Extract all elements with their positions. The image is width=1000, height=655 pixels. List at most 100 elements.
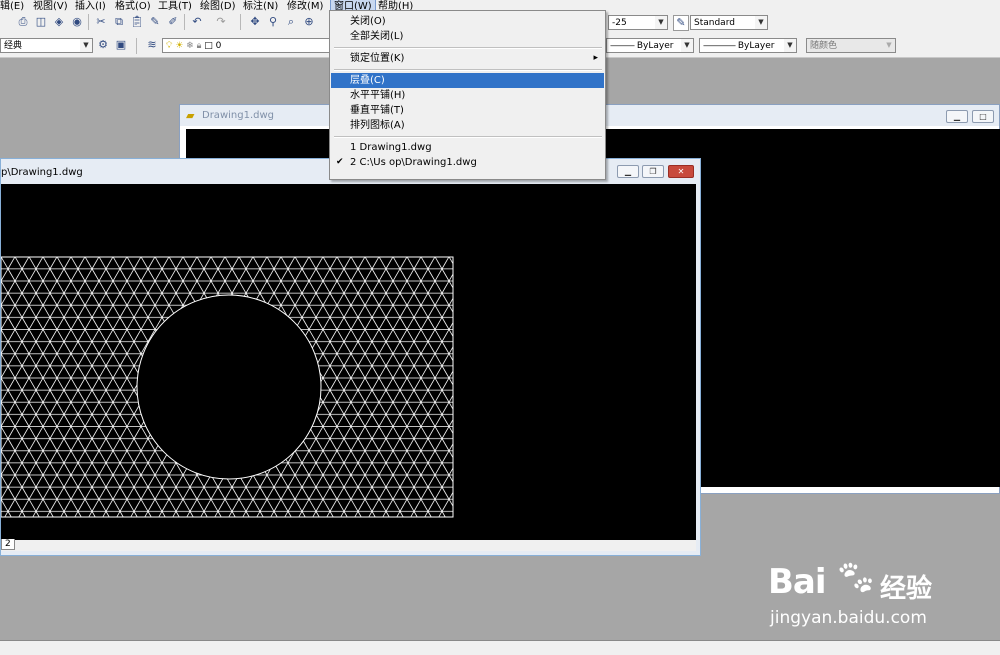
print-icon[interactable]: ⎙ [16,15,30,29]
window-menu-item-label: 排列图标(A) [350,120,405,131]
textstyle-icon[interactable]: ✎ [673,15,689,31]
toolbar-separator [240,14,241,30]
chevron-down-icon: ▼ [883,39,895,52]
dwg-file-icon: ▰ [186,109,195,122]
lineweight-value: ByLayer [737,41,775,51]
minimize-icon[interactable]: ▁ [617,165,639,178]
menu-1[interactable]: 辑(E) [0,0,24,11]
menu-7[interactable]: 标注(N) [243,0,278,11]
color-swatch-icon: □ [204,41,213,51]
menu-5[interactable]: 工具(T) [158,0,192,11]
menu-8[interactable]: 修改(M) [287,0,323,11]
zoom-realtime-icon[interactable]: ⚲ [266,15,280,29]
freeze-icon: ❄ [186,41,194,51]
chevron-down-icon: ▼ [784,39,796,52]
window-menu-item[interactable]: 锁定位置(K) ▸ [331,51,604,66]
textstyle-value: Standard [694,18,735,28]
layout-tabs: 2 [1,539,696,551]
window-menu-item[interactable]: ✔ 2 C:\Us op\Drawing1.dwg [331,155,604,170]
toolbar-separator [184,14,185,30]
menu-6[interactable]: 绘图(D) [200,0,236,11]
chevron-down-icon: ▼ [681,39,693,52]
menu-separator [334,69,602,71]
workspace-combo[interactable]: 经典 ▼ [0,38,93,53]
back-window-title: Drawing1.dwg [202,110,274,121]
window-menu-item[interactable]: 排列图标(A) [331,118,604,133]
status-bar [0,640,1000,655]
layout-tab[interactable]: 2 [1,539,15,550]
window-menu-dropdown: 关闭(O) 全部关闭(L) 锁定位置(K) ▸ 层叠(C) 水平平铺(H) 垂直平铺(T) 排… [329,10,606,180]
textstyle-combo[interactable]: Standard ▼ [690,15,768,30]
menu-3[interactable]: 插入(I) [75,0,106,11]
chevron-down-icon: ▼ [80,39,92,52]
toolbar-separator [136,38,137,54]
window-menu-item[interactable]: 关闭(O) [331,14,604,29]
watermark-brand: Bai [768,562,827,602]
menu-separator [334,136,602,138]
line-sample: ——— [610,41,635,51]
paw-icon: 🐾︎ [834,558,878,598]
maximize-icon[interactable]: □ [972,110,994,123]
sun-icon: ☀ [175,41,184,51]
chevron-down-icon: ▼ [755,16,767,29]
undo-icon[interactable]: ↶ [190,15,204,29]
window-menu-item[interactable]: 水平平铺(H) [331,88,604,103]
dimstyle-combo[interactable]: -25 ▼ [608,15,668,30]
window-menu-item-label: 全部关闭(L) [350,31,404,42]
front-drawing-canvas[interactable] [1,184,696,540]
menu-4[interactable]: 格式(O) [115,0,151,11]
toolbar-separator [88,14,89,30]
circle-shape[interactable] [136,294,322,480]
watermark-url: jingyan.baidu.com [770,608,927,628]
settings-icon[interactable]: ⚙ [96,38,110,52]
matchprop-icon[interactable]: ✎ [148,15,162,29]
layer-manager-icon[interactable]: ≋ [145,38,159,52]
window-menu-item-label: 层叠(C) [350,75,385,86]
window-menu-item[interactable]: 层叠(C) [331,73,604,88]
linetype-value: ByLayer [636,41,674,51]
zoom-previous-icon[interactable]: ⊕ [302,15,316,29]
submenu-arrow-icon: ▸ [593,53,598,63]
paste-icon[interactable]: 📋︎ [130,15,144,29]
brush-icon[interactable]: ✐ [166,15,180,29]
publish-icon[interactable]: ◈ [52,15,66,29]
plotstyle-combo: 随颜色 ▼ [806,38,896,53]
window-menu-item-label: 垂直平铺(T) [350,105,404,116]
menu-separator [334,47,602,49]
plotstyle-value: 随颜色 [810,41,838,51]
preview-icon[interactable]: ◫ [34,15,48,29]
chevron-down-icon: ▼ [655,16,667,29]
lock-icon: 🔒︎ [196,41,202,51]
window-menu-item[interactable]: 垂直平铺(T) [331,103,604,118]
minimize-icon[interactable]: ▁ [946,110,968,123]
lightbulb-icon: 💡︎ [166,41,173,51]
drawing-graphics [1,256,454,518]
cut-icon[interactable]: ✂ [94,15,108,29]
3d-icon[interactable]: ◉ [70,15,84,29]
linetype-combo[interactable]: ——— ByLayer ▼ [606,38,694,53]
copy-icon[interactable]: ⧉ [112,15,126,29]
zoom-window-icon[interactable]: ⌕ [284,15,298,29]
front-window-title: p\Drawing1.dwg [1,167,83,178]
workspace-value: 经典 [4,41,23,51]
window-menu-item-label: 锁定位置(K) [350,53,405,64]
menu-2[interactable]: 视图(V) [33,0,68,11]
toolbar-icon[interactable]: ▣ [114,38,128,52]
layer-combo[interactable]: 💡︎ ☀ ❄ 🔒︎ □ 0 [162,38,330,53]
front-drawing-window[interactable]: p\Drawing1.dwg ▁ ❐ ✕ 2 [0,158,701,556]
window-menu-item[interactable]: 全部关闭(L) [331,29,604,44]
watermark: Bai 🐾︎ 经验 jingyan.baidu.com [760,548,1000,638]
watermark-brand-cn: 经验 [880,574,933,604]
line-sample: ———— [703,41,736,51]
layer-value: 0 [215,41,222,51]
checkmark-icon: ✔ [336,157,344,167]
close-icon[interactable]: ✕ [668,165,694,178]
restore-icon[interactable]: ❐ [642,165,664,178]
pan-icon[interactable]: ✥ [248,15,262,29]
window-menu-item-label: 2 C:\Us op\Drawing1.dwg [350,157,477,168]
window-menu-item-label: 水平平铺(H) [350,90,406,101]
window-menu-item-label: 1 Drawing1.dwg [350,142,432,153]
window-menu-item[interactable]: 1 Drawing1.dwg [331,140,604,155]
redo-icon[interactable]: ↷ [214,15,228,29]
lineweight-combo[interactable]: ———— ByLayer ▼ [699,38,797,53]
